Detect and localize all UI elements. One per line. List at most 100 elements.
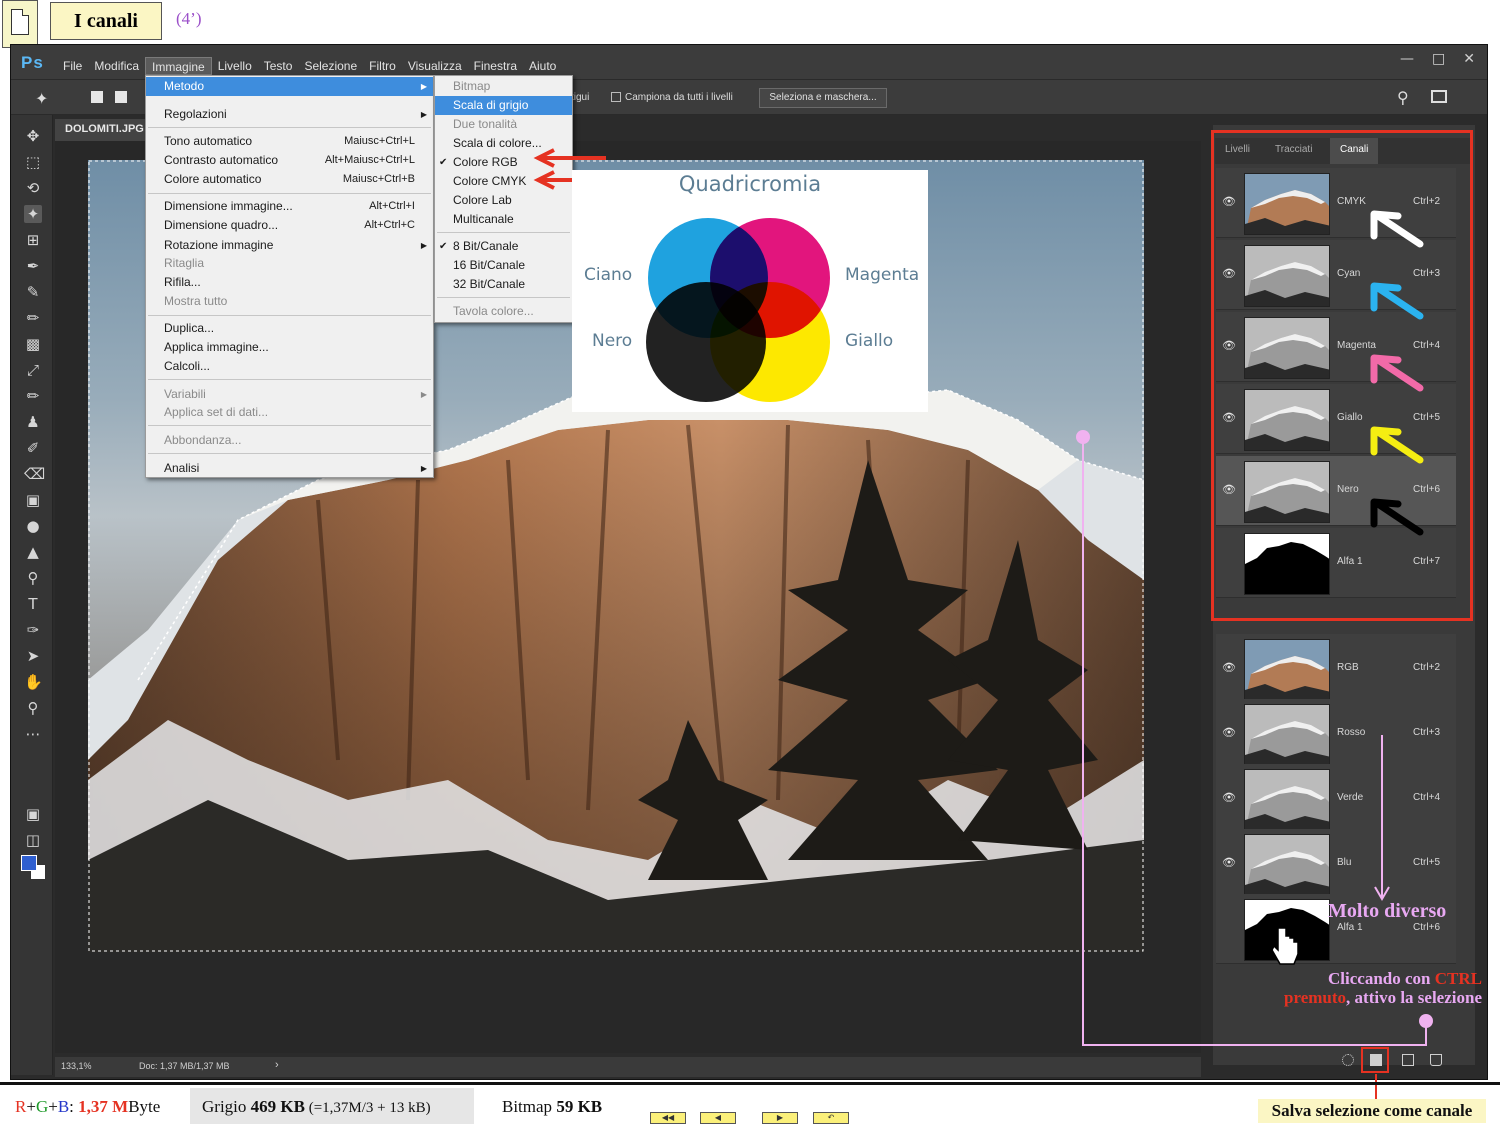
add-selection-icon[interactable] [115,91,127,103]
more-tools-icon[interactable]: ⋯ [24,725,42,743]
quick-mask-icon[interactable]: ▣ [24,805,42,823]
menu-item-variabili: Variabili ▶ [146,385,433,404]
path-select-icon[interactable]: ➤ [24,647,42,665]
healing-tool-icon[interactable]: ✎ [24,283,42,301]
submenu-arrow-icon: ▶ [420,464,427,473]
label-ciano: Ciano [584,265,633,285]
menu-item-tavola-colore: Tavola colore... [453,304,534,318]
search-icon[interactable]: ⚲ [1397,88,1409,107]
ctrl-click-note: Cliccando con CTRL premuto, attivo la sel… [1284,969,1482,1007]
save-selection-caption: Salva selezione come canale [1258,1099,1486,1123]
maximize-icon[interactable]: □ [1432,51,1445,67]
sharpen-tool-icon[interactable]: ▲ [24,543,42,561]
workspace-icon[interactable] [1431,90,1447,103]
menu-item-dimensione-immagine[interactable]: Dimensione immagine... Alt+Ctrl+I [146,197,433,216]
menu-item-colore-lab[interactable]: Colore Lab [435,191,572,210]
photoshop-logo: Ps [21,53,44,72]
menu-item-multicanale[interactable]: Multicanale [435,210,572,229]
zoom-tool-icon[interactable]: ⚲ [24,699,42,717]
menu-item-rotazione[interactable]: Rotazione immagine ▶ [146,236,433,255]
menu-testo[interactable]: Testo [258,57,299,75]
sample-all-layers-checkbox[interactable] [611,92,621,102]
crop-tool-icon[interactable]: ⊞ [24,231,42,249]
clone-tool-icon[interactable]: ♟ [24,413,42,431]
lasso-tool-icon[interactable]: ⟲ [24,179,42,197]
magic-wand-icon[interactable]: ✦ [35,89,48,108]
slide-title: I canali [50,2,162,40]
menu-filtro[interactable]: Filtro [363,57,402,75]
checkmark-icon: ✔ [439,241,448,252]
move-tool-icon[interactable]: ✥ [24,127,42,145]
menu-item-applica-immagine[interactable]: Applica immagine... [146,338,433,357]
brush-tool-icon[interactable]: ✏ [24,309,42,327]
document-tab[interactable]: DOLOMITI.JPG [55,119,147,141]
pen-tool-icon[interactable]: ✑ [24,621,42,639]
quadricromia-diagram: Quadricromia Ciano Magenta Nero Giallo [572,170,928,412]
return-button[interactable]: ↶ [813,1112,849,1124]
menu-item-regolazioni[interactable]: Regolazioni ▶ [146,105,433,124]
select-and-mask-button[interactable]: Seleziona e maschera... [759,88,887,108]
menu-item-analisi[interactable]: Analisi ▶ [146,459,433,478]
channel-arrow [1370,426,1424,464]
art-brush-icon[interactable]: ✐ [24,439,42,457]
menu-aiuto[interactable]: Aiuto [523,57,562,75]
marquee-tool-icon[interactable]: ⬚ [24,153,42,171]
stamp-tool-icon[interactable]: ▩ [24,335,42,353]
document-size: Doc: 1,37 MB/1,37 MB [139,1061,230,1071]
blur-tool-icon[interactable]: ● [24,517,42,535]
first-slide-button[interactable]: ◀◀ [650,1112,686,1124]
menu-modifica[interactable]: Modifica [88,57,145,75]
magic-wand-tool-icon[interactable]: ✦ [24,205,42,223]
menu-livello[interactable]: Livello [212,57,258,75]
menu-item-rifila[interactable]: Rifila... [146,273,433,292]
menu-item-16-bit[interactable]: 16 Bit/Canale [435,256,572,275]
foreground-color-swatch[interactable] [21,855,37,871]
trash-icon[interactable] [1430,1054,1442,1066]
menu-item-dimensione-quadro[interactable]: Dimensione quadro... Alt+Ctrl+C [146,216,433,235]
status-chevron-icon[interactable]: › [275,1059,279,1071]
sample-all-label-fragment: tigui [571,92,590,103]
prev-slide-button[interactable]: ◀ [700,1112,736,1124]
menu-item-32-bit[interactable]: 32 Bit/Canale [435,275,572,294]
menu-item-duplica[interactable]: Duplica... [146,319,433,338]
type-tool-icon[interactable]: T [24,595,42,613]
menu-selezione[interactable]: Selezione [298,57,363,75]
close-icon[interactable]: ✕ [1463,51,1475,67]
menu-immagine[interactable]: Immagine [145,57,212,75]
menu-item-8-bit[interactable]: ✔ 8 Bit/Canale [435,237,572,256]
molto-diverso-note: Molto diverso [1328,900,1447,922]
document-icon[interactable] [2,0,38,48]
new-selection-icon[interactable] [91,91,103,103]
channel-arrows [1370,210,1424,536]
eyedropper-tool-icon[interactable]: ✒ [24,257,42,275]
channel-arrow [1370,354,1424,392]
eraser-tool-icon[interactable]: ⌫ [24,465,45,483]
menu-item-tono-automatico[interactable]: Tono automatico Maiusc+Ctrl+L [146,132,433,151]
channel-arrow [1370,498,1424,536]
pencil-tool-icon[interactable]: ✏ [24,387,42,405]
screen-mode-icon[interactable]: ◫ [24,831,42,849]
menu-item-scala-di-grigio[interactable]: Scala di grigio [435,96,572,115]
menu-item-colore-automatico[interactable]: Colore automatico Maiusc+Ctrl+B [146,170,433,189]
load-selection-icon[interactable] [1342,1054,1354,1066]
save-selection-highlight [1361,1047,1389,1073]
dodge-tool-icon[interactable]: ⚲ [24,569,42,587]
menu-item-contrasto-automatico[interactable]: Contrasto automatico Alt+Maiusc+Ctrl+L [146,151,433,170]
next-slide-button[interactable]: ▶ [762,1112,798,1124]
submenu-arrow-icon: ▶ [420,390,427,399]
channel-arrow [1370,210,1424,248]
menu-visualizza[interactable]: Visualizza [402,57,468,75]
minimize-icon[interactable]: — [1400,51,1414,67]
history-brush-icon[interactable]: ⤢ [24,361,42,379]
gradient-tool-icon[interactable]: ▣ [24,491,42,509]
menu-item-calcoli[interactable]: Calcoli... [146,357,433,376]
slide-duration: (4’) [176,9,202,28]
menu-file[interactable]: File [57,57,88,75]
zoom-level[interactable]: 133,1% [61,1061,92,1071]
menu-item-metodo[interactable]: Metodo ▶ [146,77,433,96]
new-channel-icon[interactable] [1402,1054,1414,1066]
submenu-arrow-icon: ▶ [420,82,427,91]
hand-tool-icon[interactable]: ✋ [24,673,43,691]
menu-finestra[interactable]: Finestra [468,57,523,75]
cmyk-circles [646,218,830,402]
